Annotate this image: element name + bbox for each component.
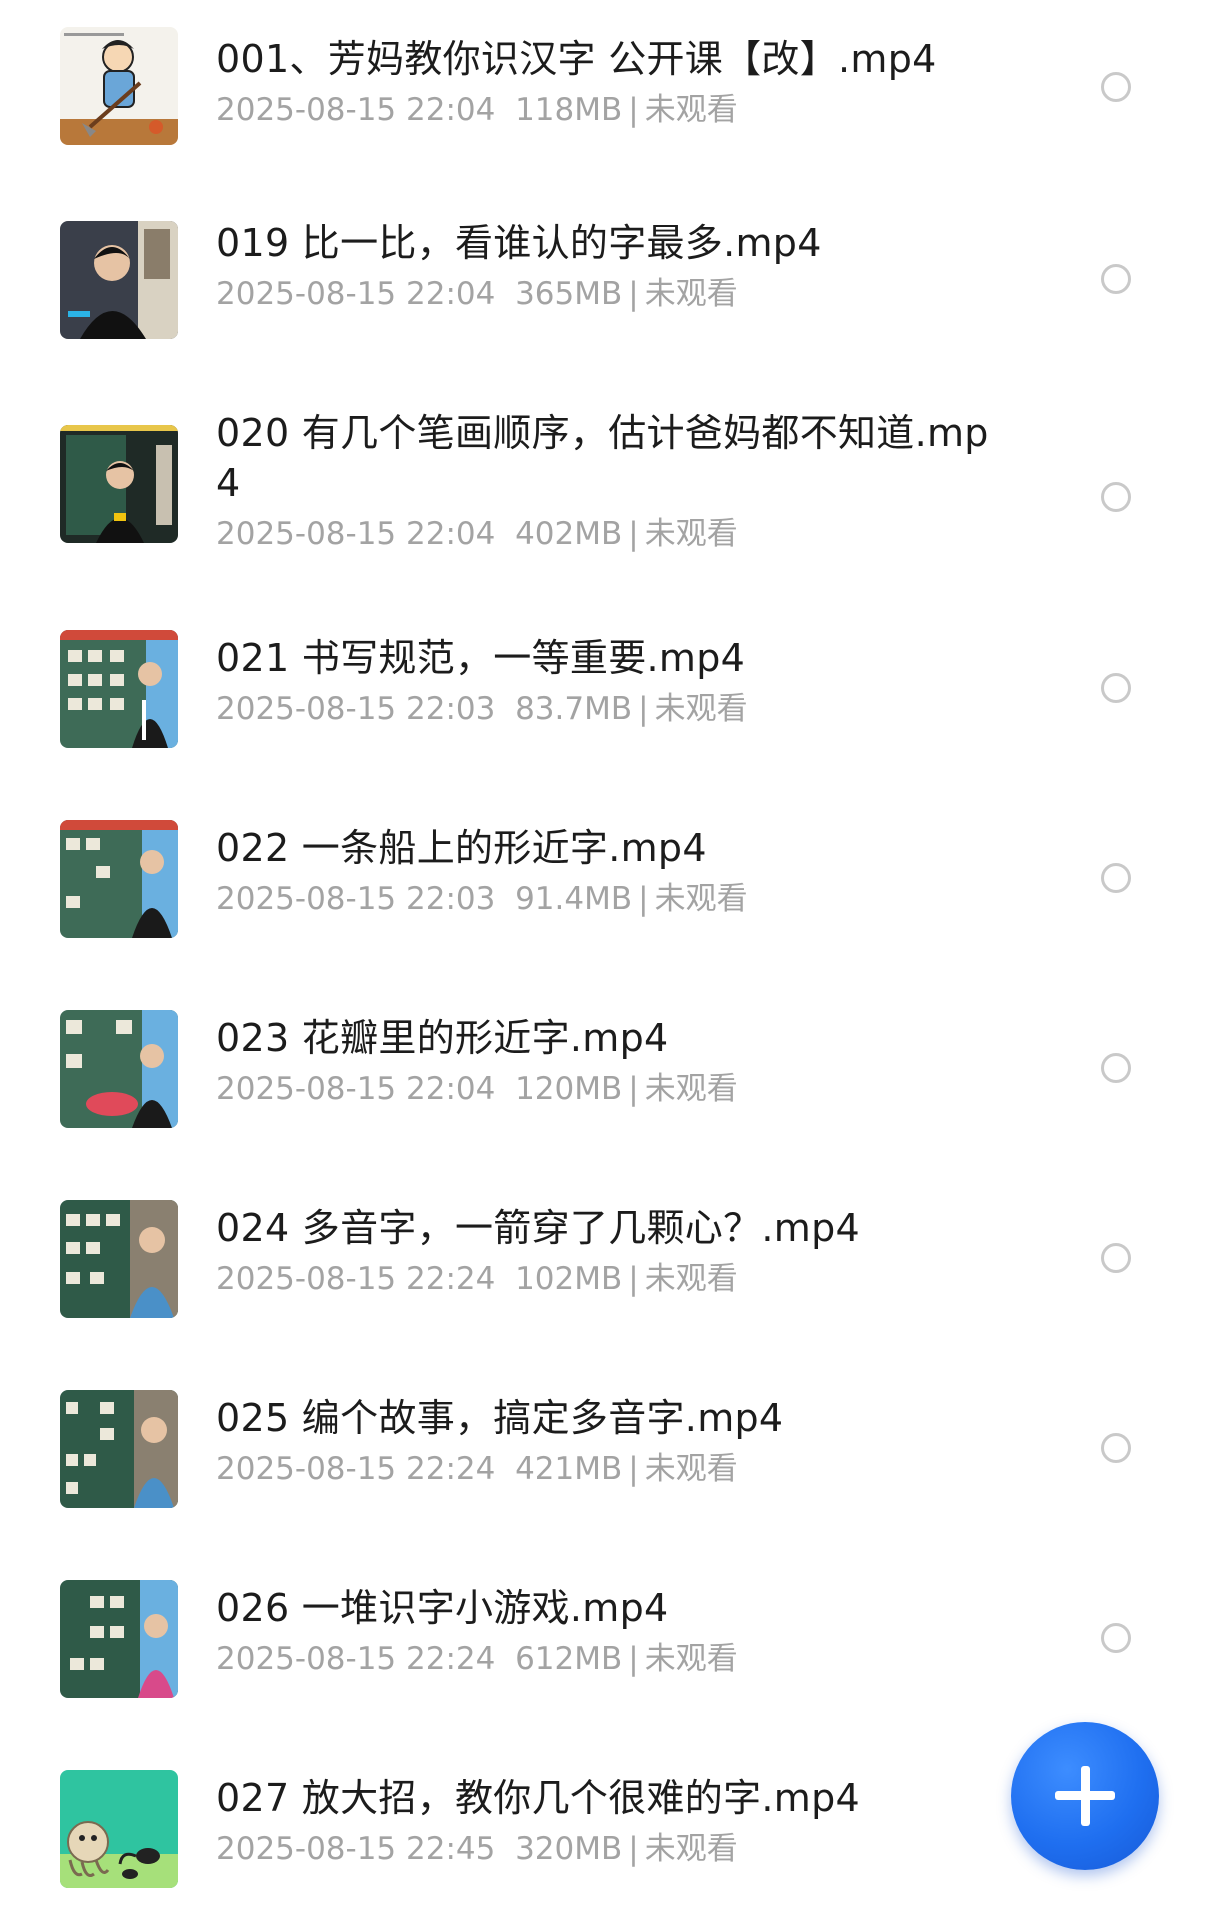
list-item[interactable]: 021 书写规范，一等重要.mp4 2025-08-15 22:03 83.7M… — [0, 595, 1220, 785]
meta-divider: | — [628, 1261, 639, 1297]
file-title: 019 比一比，看谁认的字最多.mp4 — [216, 221, 822, 265]
meta-divider: | — [628, 276, 639, 312]
video-thumbnail — [60, 1390, 178, 1508]
video-thumbnail — [60, 1010, 178, 1128]
file-date: 2025-08-15 22:03 — [216, 881, 496, 917]
meta-divider: | — [628, 1071, 639, 1107]
cartoon-thumbnail-image — [60, 1770, 178, 1888]
list-item[interactable]: 023 花瓣里的形近字.mp4 2025-08-15 22:04 120MB | 未… — [0, 975, 1220, 1165]
file-meta: 2025-08-15 22:04 402MB | 未观看 — [216, 514, 1006, 554]
file-title: 001、芳妈教你识汉字 公开课【改】.mp4 — [216, 37, 937, 81]
select-radio[interactable] — [1101, 1053, 1131, 1083]
video-thumbnail — [60, 1770, 178, 1888]
file-size: 421MB — [515, 1451, 623, 1487]
cartoon-thumbnail-image — [60, 27, 178, 145]
list-item[interactable]: 025 编个故事，搞定多音字.mp4 2025-08-15 22:24 421M… — [0, 1355, 1220, 1545]
file-title: 023 花瓣里的形近字.mp4 — [216, 1016, 669, 1060]
watch-status: 未观看 — [644, 516, 738, 552]
teacher-thumbnail-image — [60, 221, 178, 339]
file-meta: 2025-08-15 22:04 120MB | 未观看 — [216, 1069, 1006, 1109]
meta-divider: | — [628, 1451, 639, 1487]
teacher-board-thumbnail-image — [60, 630, 178, 748]
file-date: 2025-08-15 22:24 — [216, 1261, 496, 1297]
file-date: 2025-08-15 22:04 — [216, 1071, 496, 1107]
watch-status: 未观看 — [644, 1831, 738, 1867]
file-title: 026 一堆识字小游戏.mp4 — [216, 1586, 669, 1630]
file-title: 024 多音字，一箭穿了几颗心？.mp4 — [216, 1206, 861, 1250]
video-thumbnail — [60, 1200, 178, 1318]
meta-divider: | — [638, 691, 649, 727]
select-radio[interactable] — [1101, 1243, 1131, 1273]
teacher-board-thumbnail-image — [60, 1200, 178, 1318]
watch-status: 未观看 — [654, 881, 748, 917]
file-date: 2025-08-15 22:45 — [216, 1831, 496, 1867]
meta-divider: | — [628, 1831, 639, 1867]
file-size: 118MB — [515, 92, 623, 128]
select-radio[interactable] — [1101, 1433, 1131, 1463]
watch-status: 未观看 — [654, 691, 748, 727]
file-date: 2025-08-15 22:03 — [216, 691, 496, 727]
watch-status: 未观看 — [644, 1071, 738, 1107]
teacher-board-thumbnail-image — [60, 1010, 178, 1128]
select-radio[interactable] — [1101, 863, 1131, 893]
file-size: 102MB — [515, 1261, 623, 1297]
file-meta: 2025-08-15 22:24 421MB | 未观看 — [216, 1449, 1006, 1489]
list-item[interactable]: 026 一堆识字小游戏.mp4 2025-08-15 22:24 612MB | 未… — [0, 1545, 1220, 1735]
file-title: 020 有几个笔画顺序，估计爸妈都不知道.mp4 — [216, 411, 989, 505]
file-size: 91.4MB — [515, 881, 633, 917]
teacher-board-thumbnail-image — [60, 425, 178, 543]
file-title: 025 编个故事，搞定多音字.mp4 — [216, 1396, 784, 1440]
file-size: 612MB — [515, 1641, 623, 1677]
select-radio[interactable] — [1101, 482, 1131, 512]
select-radio[interactable] — [1101, 72, 1131, 102]
watch-status: 未观看 — [644, 92, 738, 128]
file-meta: 2025-08-15 22:04 365MB | 未观看 — [216, 274, 1006, 314]
file-meta: 2025-08-15 22:04 118MB | 未观看 — [216, 90, 1006, 130]
video-thumbnail — [60, 221, 178, 339]
file-title: 022 一条船上的形近字.mp4 — [216, 826, 707, 870]
file-size: 120MB — [515, 1071, 623, 1107]
file-date: 2025-08-15 22:04 — [216, 276, 496, 312]
file-date: 2025-08-15 22:24 — [216, 1641, 496, 1677]
meta-divider: | — [628, 1641, 639, 1677]
meta-divider: | — [628, 516, 639, 552]
teacher-board-thumbnail-image — [60, 1390, 178, 1508]
file-date: 2025-08-15 22:04 — [216, 516, 496, 552]
list-item[interactable]: 001、芳妈教你识汉字 公开课【改】.mp4 2025-08-15 22:04 … — [0, 0, 1220, 180]
teacher-board-thumbnail-image — [60, 820, 178, 938]
meta-divider: | — [638, 881, 649, 917]
list-item[interactable]: 022 一条船上的形近字.mp4 2025-08-15 22:03 91.4MB… — [0, 785, 1220, 975]
list-item[interactable]: 019 比一比，看谁认的字最多.mp4 2025-08-15 22:04 365… — [0, 180, 1220, 370]
add-button[interactable] — [1011, 1722, 1159, 1870]
file-meta: 2025-08-15 22:03 83.7MB | 未观看 — [216, 689, 1006, 729]
watch-status: 未观看 — [644, 276, 738, 312]
select-radio[interactable] — [1101, 1623, 1131, 1653]
video-thumbnail — [60, 27, 178, 145]
file-size: 402MB — [515, 516, 623, 552]
file-date: 2025-08-15 22:04 — [216, 92, 496, 128]
video-thumbnail — [60, 820, 178, 938]
select-radio[interactable] — [1101, 264, 1131, 294]
video-thumbnail — [60, 1580, 178, 1698]
file-size: 365MB — [515, 276, 623, 312]
select-radio[interactable] — [1101, 673, 1131, 703]
file-date: 2025-08-15 22:24 — [216, 1451, 496, 1487]
file-meta: 2025-08-15 22:24 102MB | 未观看 — [216, 1259, 1006, 1299]
file-meta: 2025-08-15 22:45 320MB | 未观看 — [216, 1829, 1006, 1869]
video-thumbnail — [60, 630, 178, 748]
file-size: 83.7MB — [515, 691, 633, 727]
watch-status: 未观看 — [644, 1641, 738, 1677]
file-title: 021 书写规范，一等重要.mp4 — [216, 636, 746, 680]
watch-status: 未观看 — [644, 1451, 738, 1487]
teacher-board-thumbnail-image — [60, 1580, 178, 1698]
list-item[interactable]: 020 有几个笔画顺序，估计爸妈都不知道.mp4 2025-08-15 22:0… — [0, 370, 1220, 595]
meta-divider: | — [628, 92, 639, 128]
file-meta: 2025-08-15 22:24 612MB | 未观看 — [216, 1639, 1006, 1679]
watch-status: 未观看 — [644, 1261, 738, 1297]
video-thumbnail — [60, 425, 178, 543]
file-meta: 2025-08-15 22:03 91.4MB | 未观看 — [216, 879, 1006, 919]
file-size: 320MB — [515, 1831, 623, 1867]
list-item[interactable]: 024 多音字，一箭穿了几颗心？.mp4 2025-08-15 22:24 10… — [0, 1165, 1220, 1355]
file-title: 027 放大招，教你几个很难的字.mp4 — [216, 1776, 861, 1820]
